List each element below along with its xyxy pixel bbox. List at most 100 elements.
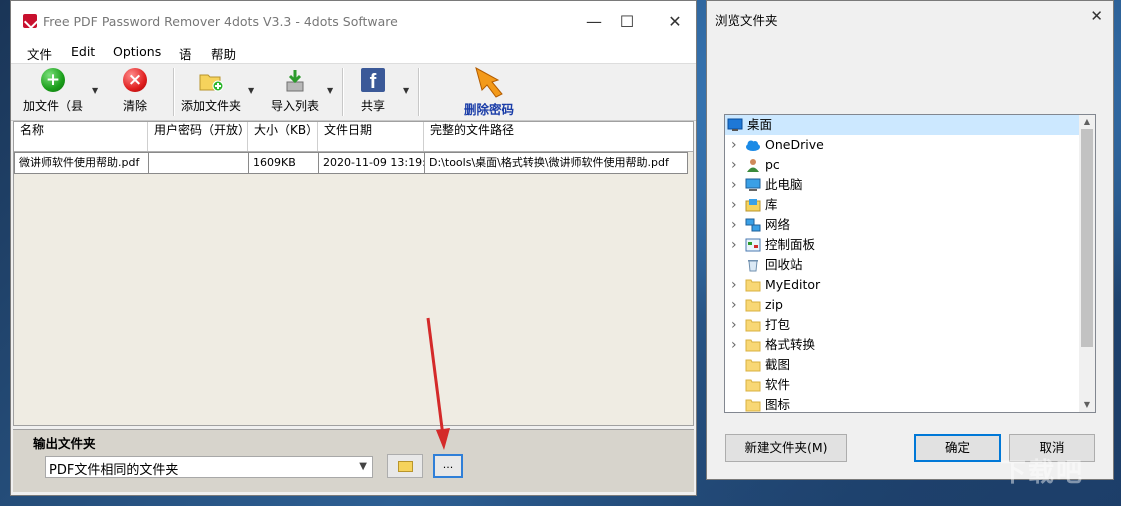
facebook-icon: f <box>361 68 385 93</box>
tree-item[interactable]: › 库 <box>725 195 1079 215</box>
maximize-button[interactable]: ☐ <box>607 9 647 35</box>
tree-item[interactable]: › 控制面板 <box>725 235 1079 255</box>
clear-label: 清除 <box>122 99 147 113</box>
column-size[interactable]: 大小（KB） <box>248 122 318 151</box>
tree-item-label: 打包 <box>765 317 791 332</box>
folder-tree[interactable]: 图标 软件 截图 › 格式转换 › 打包 › zip › MyEditor 回收站 › 控制面板 › 网络 › 库… <box>724 114 1096 413</box>
add-file-button[interactable]: + 加文件（县 <box>17 64 89 118</box>
folder-icon <box>745 378 761 392</box>
tree-item[interactable]: › 格式转换 <box>725 335 1079 355</box>
control-panel-icon <box>745 238 761 252</box>
dialog-close-button[interactable]: ✕ <box>1090 7 1103 25</box>
library-icon <box>745 198 761 212</box>
chevron-right-icon[interactable]: › <box>731 175 737 195</box>
tree-item[interactable]: 截图 <box>725 355 1079 375</box>
add-file-dropdown-icon[interactable]: ▼ <box>92 86 98 95</box>
tree-item[interactable]: 桌面 <box>725 115 1079 135</box>
tree-item-label: 图标 <box>765 397 791 412</box>
tree-item-label: zip <box>765 297 783 312</box>
add-folder-button[interactable]: 添加文件夹 <box>177 64 245 118</box>
ok-button[interactable]: 确定 <box>914 434 1001 462</box>
column-user-password[interactable]: 用户密码（开放） <box>148 122 248 151</box>
tree-item[interactable]: 软件 <box>725 375 1079 395</box>
chevron-right-icon[interactable]: › <box>731 135 737 155</box>
user-icon <box>745 158 761 172</box>
main-window: Free PDF Password Remover 4dots V3.3 - 4… <box>10 0 697 496</box>
tree-item[interactable]: › MyEditor <box>725 275 1079 295</box>
tree-item-label: 截图 <box>765 357 791 372</box>
add-file-label: 加文件（县 <box>22 99 83 113</box>
import-list-dropdown-icon[interactable]: ▼ <box>327 86 333 95</box>
tree-item-label: 桌面 <box>747 117 773 132</box>
browse-button[interactable]: ... <box>433 454 463 478</box>
remove-password-button[interactable]: 删除密码 <box>437 64 541 118</box>
chevron-right-icon[interactable]: › <box>731 315 737 335</box>
chevron-right-icon[interactable]: › <box>731 215 737 235</box>
tree-item[interactable]: 回收站 <box>725 255 1079 275</box>
tree-item[interactable]: › pc <box>725 155 1079 175</box>
cell-full-path: D:\tools\桌面\格式转换\微讲师软件使用帮助.pdf <box>429 156 669 169</box>
chevron-right-icon[interactable]: › <box>731 155 737 175</box>
tree-item-label: 格式转换 <box>765 337 816 352</box>
cell-file-name: 微讲师软件使用帮助.pdf <box>15 153 149 173</box>
folder-icon <box>745 278 761 292</box>
tree-item-label: MyEditor <box>765 277 821 292</box>
tree-item-label: 网络 <box>765 217 791 232</box>
tree-item[interactable]: › 打包 <box>725 315 1079 335</box>
menu-language[interactable]: 语 <box>179 44 192 63</box>
folder-icon <box>745 398 761 412</box>
chevron-right-icon[interactable]: › <box>731 235 737 255</box>
menu-bar: 文件 Edit Options 语 帮助 <box>11 41 696 64</box>
folder-icon <box>745 318 761 332</box>
tree-item-label: 软件 <box>765 377 791 392</box>
toolbar-separator <box>173 68 175 116</box>
toolbar: + 加文件（县 ▼ × 清除 添加文件夹 ▼ 导入列表 ▼ f 共享 ▼ 删除密… <box>11 64 696 121</box>
computer-icon <box>745 178 761 192</box>
column-file-date[interactable]: 文件日期 <box>318 122 424 151</box>
table-row[interactable]: 微讲师软件使用帮助.pdf 1609KB 2020-11-09 13:19:03… <box>14 152 688 174</box>
scroll-thumb[interactable] <box>1081 129 1093 347</box>
cell-user-password[interactable] <box>149 153 249 173</box>
tree-scrollbar[interactable]: ▲ ▼ <box>1079 115 1095 412</box>
menu-edit[interactable]: Edit <box>71 44 95 59</box>
add-folder-label: 添加文件夹 <box>180 99 241 113</box>
add-folder-icon <box>198 68 224 97</box>
new-folder-button[interactable]: 新建文件夹(M) <box>725 434 847 462</box>
tree-item[interactable]: › 此电脑 <box>725 175 1079 195</box>
add-green-icon: + <box>41 68 65 92</box>
title-bar[interactable]: Free PDF Password Remover 4dots V3.3 - 4… <box>11 1 696 41</box>
menu-file[interactable]: 文件 <box>27 44 52 63</box>
browse-folder-dialog: 浏览文件夹 ✕ 图标 软件 截图 › 格式转换 › 打包 › zip › MyEditor 回收站 › 控… <box>706 0 1114 480</box>
output-folder-select[interactable]: PDF文件相同的文件夹 ▼ <box>45 456 373 478</box>
tree-item[interactable]: › 网络 <box>725 215 1079 235</box>
share-dropdown-icon[interactable]: ▼ <box>403 86 409 95</box>
import-list-button[interactable]: 导入列表 <box>263 64 327 118</box>
tree-item[interactable]: 图标 <box>725 395 1079 412</box>
arrow-pointer-icon <box>472 66 506 101</box>
chevron-right-icon[interactable]: › <box>731 335 737 355</box>
tree-item[interactable]: › zip <box>725 295 1079 315</box>
file-list[interactable]: 名称 用户密码（开放） 大小（KB） 文件日期 完整的文件路径 微讲师软件使用帮… <box>13 121 694 426</box>
close-button[interactable]: ✕ <box>655 9 695 35</box>
list-header: 名称 用户密码（开放） 大小（KB） 文件日期 完整的文件路径 <box>14 122 693 152</box>
folder-icon <box>745 358 761 372</box>
add-folder-dropdown-icon[interactable]: ▼ <box>248 86 254 95</box>
share-button[interactable]: f 共享 <box>349 64 397 118</box>
chevron-right-icon[interactable]: › <box>731 275 737 295</box>
scroll-down-icon[interactable]: ▼ <box>1079 398 1095 412</box>
column-name[interactable]: 名称 <box>14 122 148 151</box>
chevron-right-icon[interactable]: › <box>731 295 737 315</box>
folder-icon <box>745 338 761 352</box>
app-pdf-icon <box>23 14 37 28</box>
menu-help[interactable]: 帮助 <box>211 44 236 63</box>
tree-item[interactable]: › OneDrive <box>725 135 1079 155</box>
chevron-right-icon[interactable]: › <box>731 195 737 215</box>
menu-options[interactable]: Options <box>113 44 161 59</box>
open-folder-button[interactable] <box>387 454 423 478</box>
column-full-path[interactable]: 完整的文件路径 <box>424 122 693 151</box>
chevron-down-icon: ▼ <box>359 461 367 472</box>
share-label: 共享 <box>360 99 385 113</box>
window-title: Free PDF Password Remover 4dots V3.3 - 4… <box>43 14 398 29</box>
clear-button[interactable]: × 清除 <box>111 64 159 118</box>
scroll-up-icon[interactable]: ▲ <box>1079 115 1095 129</box>
